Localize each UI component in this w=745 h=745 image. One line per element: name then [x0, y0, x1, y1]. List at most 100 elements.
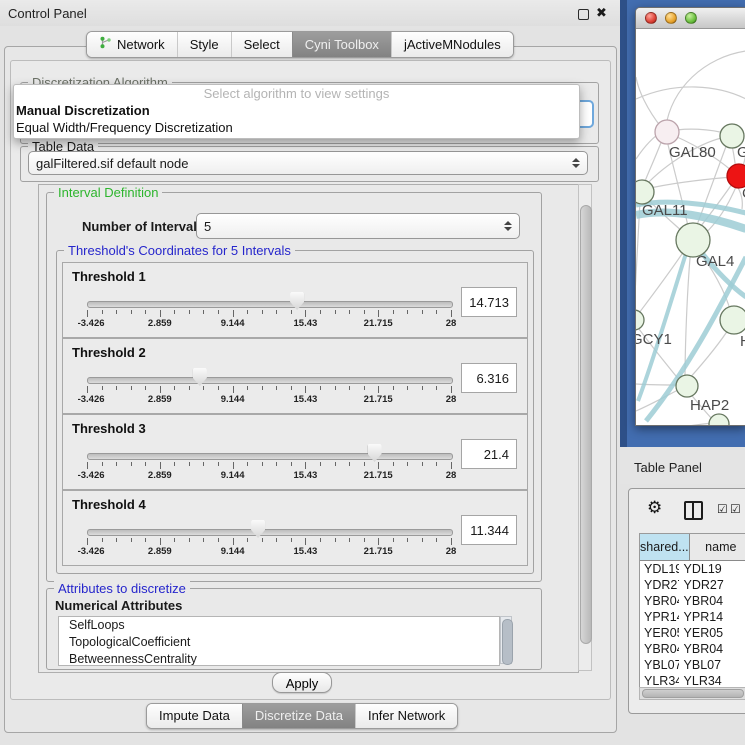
minimize-traffic-light-icon[interactable] [665, 12, 677, 24]
zoom-traffic-light-icon[interactable] [685, 12, 697, 24]
network-node-label: GAL4 [696, 253, 734, 270]
cell-shared-name[interactable]: YDL19... [640, 561, 679, 577]
tab-discretize-data[interactable]: Discretize Data [242, 704, 355, 728]
cell-name[interactable]: YBR04 [679, 641, 745, 657]
cell-shared-name[interactable]: YDR27... [640, 577, 679, 593]
app-window: Control Panel ✖ Network StyleSelectCyni T… [0, 0, 745, 745]
network-node-gal80[interactable] [655, 120, 679, 144]
tab-label: jActiveMNodules [404, 37, 501, 52]
apply-button[interactable]: Apply [272, 672, 332, 693]
scrollbar-thumb[interactable] [642, 689, 744, 698]
threshold-value-field[interactable]: 21.4 [461, 439, 517, 469]
tab-style[interactable]: Style [177, 32, 231, 57]
tab-jactivemnodules[interactable]: jActiveMNodules [391, 32, 513, 57]
cell-shared-name[interactable]: YER054C [640, 625, 679, 641]
table-row[interactable]: YBR043CYBR04 [640, 593, 745, 609]
close-icon[interactable]: ✖ [596, 5, 607, 21]
cell-name[interactable]: YDR27 [679, 577, 745, 593]
network-edge[interactable] [636, 423, 712, 426]
cell-shared-name[interactable]: YBL079W [640, 657, 679, 673]
split-columns-icon[interactable] [684, 501, 703, 520]
network-node-hap2[interactable] [676, 375, 698, 397]
scrollbar-thumb[interactable] [580, 205, 592, 644]
table-row[interactable]: YBR045CYBR04 [640, 641, 745, 657]
network-node-gcy1[interactable] [636, 310, 644, 330]
attribute-list-item[interactable]: SelfLoops [59, 617, 499, 634]
tab-label: Network [117, 37, 165, 52]
table-row[interactable]: YDR27...YDR27 [640, 577, 745, 593]
scrollbar-thumb[interactable] [502, 619, 513, 665]
control-panel-titlebar: Control Panel ✖ [0, 0, 620, 26]
checkbox-icon[interactable]: ☑ [717, 502, 728, 516]
table-horizontal-scrollbar[interactable] [639, 687, 745, 700]
slider-tick-labels: -3.4262.8599.14415.4321.71528 [87, 546, 451, 558]
number-of-intervals-combobox[interactable]: 5 [196, 213, 520, 239]
checkbox-icon[interactable]: ☑ [730, 502, 741, 516]
dropdown-option[interactable]: Equal Width/Frequency Discretization [14, 119, 579, 136]
network-edge[interactable] [636, 245, 688, 317]
cell-shared-name[interactable]: YBR045C [640, 641, 679, 657]
network-node-label: GA [737, 144, 745, 161]
tab-select[interactable]: Select [231, 32, 292, 57]
table-data-combobox[interactable]: galFiltered.sif default node [28, 151, 588, 175]
network-edge[interactable] [665, 51, 745, 132]
tab-cyni-toolbox[interactable]: Cyni Toolbox [292, 32, 391, 57]
gear-icon[interactable]: ⚙ [647, 498, 662, 518]
float-panel-icon[interactable] [578, 9, 589, 20]
network-node[interactable] [709, 414, 729, 426]
network-node-gal11[interactable] [636, 180, 654, 204]
threshold-label: Threshold 4 [72, 497, 146, 512]
threshold-value-field[interactable]: 14.713 [461, 287, 517, 317]
cell-shared-name[interactable]: YPR145W [640, 609, 679, 625]
control-panel-tab-bar: Network StyleSelectCyni Toolbox jActiveMNo… [86, 31, 514, 58]
dropdown-option[interactable]: Manual Discretization [14, 102, 579, 119]
table-row[interactable]: YPR145WYPR14 [640, 609, 745, 625]
cell-shared-name[interactable]: YBR043C [640, 593, 679, 609]
cell-name[interactable]: YER05 [679, 625, 745, 641]
close-traffic-light-icon[interactable] [645, 12, 657, 24]
network-edge[interactable] [646, 177, 732, 189]
number-of-intervals-label: Number of Intervals [82, 219, 204, 234]
slider-track[interactable] [87, 529, 453, 536]
table-row[interactable]: YER054CYER05 [640, 625, 745, 641]
slider-track[interactable] [87, 453, 453, 460]
tab-network[interactable]: Network [87, 32, 177, 57]
threshold-label: Threshold 1 [72, 269, 146, 284]
table-row[interactable]: YDL19...YDL19 [640, 561, 745, 577]
numerical-attributes-list[interactable]: SelfLoopsTopologicalCoefficientBetweenne… [58, 616, 500, 666]
table-row[interactable]: YBL079WYBL07 [640, 657, 745, 673]
thresholds-group-title: Threshold's Coordinates for 5 Intervals [64, 243, 295, 258]
cell-name[interactable]: YBL07 [679, 657, 745, 673]
slider-ticks [87, 538, 451, 546]
slider-ticks [87, 462, 451, 470]
tab-impute-data[interactable]: Impute Data [147, 704, 242, 728]
slider-track[interactable] [87, 377, 453, 384]
slider-tick-labels: -3.4262.8599.14415.4321.71528 [87, 470, 451, 482]
column-header-name[interactable]: name [690, 534, 745, 560]
network-window-titlebar[interactable] [636, 8, 745, 29]
network-edge[interactable] [636, 87, 745, 99]
network-view-window[interactable]: GAL80GACGAL11GAL4GCY1HHAP2 [635, 7, 745, 426]
network-node-h[interactable] [720, 306, 745, 334]
threshold-panel-2: Threshold 2-3.4262.8599.14415.4321.71528… [62, 338, 528, 414]
slider-track[interactable] [87, 301, 453, 308]
column-header-shared-name[interactable]: shared... [640, 534, 690, 560]
network-node-gal4[interactable] [676, 223, 710, 257]
tab-infer-network[interactable]: Infer Network [355, 704, 457, 728]
table-panel-title: Table Panel [634, 460, 702, 475]
threshold-panel-3: Threshold 3-3.4262.8599.14415.4321.71528… [62, 414, 528, 490]
slider-tick-labels: -3.4262.8599.14415.4321.71528 [87, 318, 451, 330]
network-node-label: HAP2 [690, 397, 729, 414]
cell-name[interactable]: YBR04 [679, 593, 745, 609]
threshold-value-field[interactable]: 11.344 [461, 515, 517, 545]
network-canvas[interactable]: GAL80GACGAL11GAL4GCY1HHAP2 [636, 29, 745, 426]
attribute-list-item[interactable]: BetweennessCentrality [59, 651, 499, 666]
threshold-value-field[interactable]: 6.316 [461, 363, 517, 393]
table-panel-titlebar: Table Panel [620, 450, 745, 484]
settings-vertical-scrollbar[interactable] [578, 184, 592, 671]
cell-name[interactable]: YPR14 [679, 609, 745, 625]
tab-label: Impute Data [159, 708, 230, 723]
attributes-list-scrollbar[interactable] [500, 616, 512, 664]
cell-name[interactable]: YDL19 [679, 561, 745, 577]
attribute-list-item[interactable]: TopologicalCoefficient [59, 634, 499, 651]
